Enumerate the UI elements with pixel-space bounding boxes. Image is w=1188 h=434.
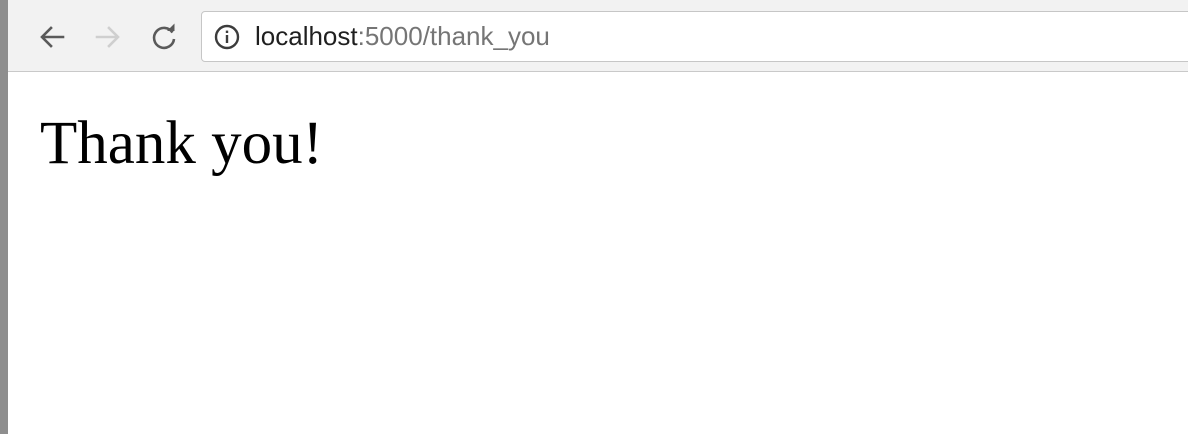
back-button[interactable] [34, 19, 70, 55]
browser-toolbar: localhost:5000/thank_you [8, 0, 1188, 72]
arrow-left-icon [40, 26, 65, 48]
reload-button[interactable] [146, 19, 182, 55]
url-text[interactable]: localhost:5000/thank_you [255, 12, 550, 61]
url-host: localhost [255, 21, 358, 51]
page-heading: Thank you! [40, 110, 323, 177]
address-bar[interactable]: localhost:5000/thank_you [201, 11, 1188, 62]
arrow-right-icon [95, 26, 120, 48]
window-edge [0, 0, 8, 434]
toolbar-top-strip [8, 0, 1188, 8]
info-icon[interactable] [214, 24, 240, 50]
reload-icon [152, 23, 176, 50]
url-path: :5000/thank_you [357, 21, 550, 51]
forward-button[interactable] [90, 19, 126, 55]
page-content: Thank you! [8, 73, 1188, 434]
